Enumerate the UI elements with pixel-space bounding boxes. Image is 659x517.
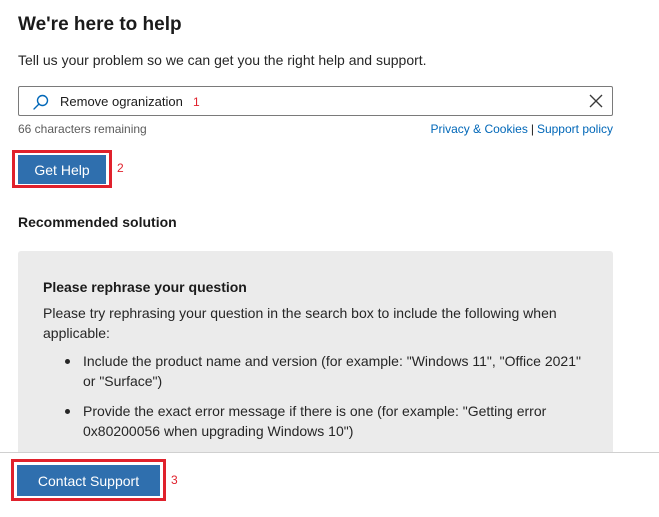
solution-card: Please rephrase your question Please try… (18, 251, 613, 461)
privacy-link[interactable]: Privacy & Cookies (430, 122, 527, 136)
contact-support-button[interactable]: Contact Support (17, 465, 160, 496)
solution-card-body: Please try rephrasing your question in t… (43, 305, 557, 341)
page-subtitle: Tell us your problem so we can get you t… (18, 52, 427, 68)
annotation-3: 3 (171, 473, 178, 487)
characters-remaining: 66 characters remaining (18, 122, 147, 136)
annotation-1: 1 (193, 95, 200, 109)
bullet-icon (65, 359, 70, 364)
list-item-text: Provide the exact error message if there… (83, 403, 547, 439)
list-item: Provide the exact error message if there… (43, 401, 588, 441)
link-separator: | (530, 122, 534, 136)
search-value: Remove ogranization (60, 94, 183, 109)
get-help-button[interactable]: Get Help (18, 155, 106, 184)
policy-links: Privacy & Cookies | Support policy (430, 122, 613, 136)
list-item-text: Include the product name and version (fo… (83, 353, 581, 389)
search-icon (33, 94, 49, 110)
bullet-icon (65, 409, 70, 414)
help-page: We're here to help Tell us your problem … (0, 0, 659, 517)
search-input[interactable]: Remove ogranization (18, 86, 613, 116)
annotation-2: 2 (117, 161, 124, 175)
close-icon[interactable] (589, 94, 603, 108)
page-title: We're here to help (18, 14, 182, 35)
solution-tips-list: Include the product name and version (fo… (43, 351, 588, 451)
support-policy-link[interactable]: Support policy (537, 122, 613, 136)
solution-card-title: Please rephrase your question (43, 279, 247, 295)
recommended-solution-heading: Recommended solution (18, 214, 177, 230)
list-item: Include the product name and version (fo… (43, 351, 588, 391)
